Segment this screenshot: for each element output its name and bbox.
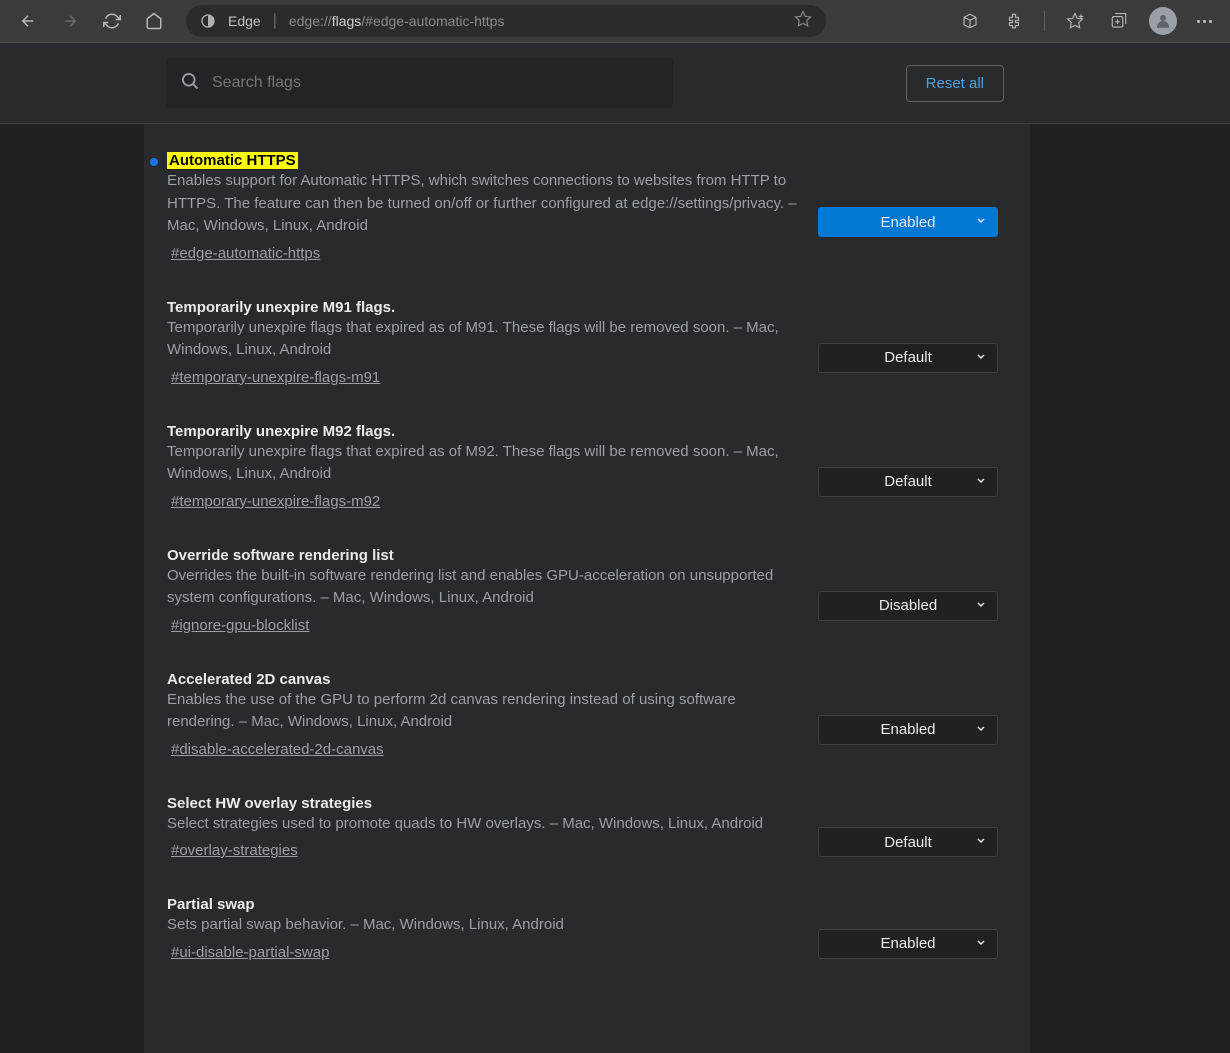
flag-state-select[interactable]: Enabled xyxy=(818,715,998,745)
chevron-down-icon xyxy=(975,597,987,614)
flag-item: Automatic HTTPSEnables support for Autom… xyxy=(144,152,1030,299)
flag-title: Temporarily unexpire M91 flags. xyxy=(167,299,395,316)
flag-description: Overrides the built-in software renderin… xyxy=(167,565,802,610)
modified-indicator xyxy=(150,158,158,166)
flag-title: Accelerated 2D canvas xyxy=(167,671,330,688)
flag-hash-link[interactable]: #temporary-unexpire-flags-m91 xyxy=(171,369,380,386)
flag-hash-link[interactable]: #ui-disable-partial-swap xyxy=(171,944,329,961)
reset-all-button[interactable]: Reset all xyxy=(906,65,1004,102)
flag-hash-link[interactable]: #ignore-gpu-blocklist xyxy=(171,617,309,634)
flag-state-select[interactable]: Disabled xyxy=(818,591,998,621)
back-button[interactable] xyxy=(8,5,48,37)
collections-icon[interactable] xyxy=(1099,5,1139,37)
flag-description: Temporarily unexpire flags that expired … xyxy=(167,317,802,362)
flag-description: Enables the use of the GPU to perform 2d… xyxy=(167,689,802,734)
chevron-down-icon xyxy=(975,935,987,952)
flag-item: Partial swapSets partial swap behavior. … xyxy=(144,896,1030,998)
flag-hash-link[interactable]: #overlay-strategies xyxy=(171,842,298,859)
flag-hash-link[interactable]: #disable-accelerated-2d-canvas xyxy=(171,741,384,758)
flag-state-select[interactable]: Default xyxy=(818,343,998,373)
flag-description: Temporarily unexpire flags that expired … xyxy=(167,441,802,486)
search-icon xyxy=(180,71,200,96)
flag-title: Partial swap xyxy=(167,896,255,913)
shopping-icon[interactable] xyxy=(950,5,990,37)
content-area: Automatic HTTPSEnables support for Autom… xyxy=(0,124,1230,1053)
flag-description: Enables support for Automatic HTTPS, whi… xyxy=(167,170,802,238)
chevron-down-icon xyxy=(975,721,987,738)
chevron-down-icon xyxy=(975,473,987,490)
flag-state-select[interactable]: Default xyxy=(818,827,998,857)
flag-item: Temporarily unexpire M92 flags.Temporari… xyxy=(144,423,1030,547)
search-section: Reset all xyxy=(0,43,1230,124)
flag-title: Override software rendering list xyxy=(167,547,394,564)
search-wrapper xyxy=(166,58,673,108)
edge-icon xyxy=(200,13,216,29)
chevron-down-icon xyxy=(975,214,987,231)
flag-state-select[interactable]: Default xyxy=(818,467,998,497)
flag-title: Automatic HTTPS xyxy=(167,152,298,169)
flag-description: Sets partial swap behavior. – Mac, Windo… xyxy=(167,914,802,937)
chevron-down-icon xyxy=(975,834,987,851)
flag-hash-link[interactable]: #edge-automatic-https xyxy=(171,245,320,262)
favorite-icon[interactable] xyxy=(794,10,812,33)
toolbar-separator xyxy=(1044,11,1045,31)
browser-name: Edge xyxy=(228,13,261,29)
more-menu-button[interactable] xyxy=(1187,20,1222,23)
browser-toolbar: Edge | edge://flags/#edge-automatic-http… xyxy=(0,0,1230,43)
flag-state-select[interactable]: Enabled xyxy=(818,929,998,959)
favorites-icon[interactable] xyxy=(1055,5,1095,37)
flag-item: Temporarily unexpire M91 flags.Temporari… xyxy=(144,299,1030,423)
forward-button[interactable] xyxy=(50,5,90,37)
home-button[interactable] xyxy=(134,5,174,37)
flag-item: Override software rendering listOverride… xyxy=(144,547,1030,671)
extensions-icon[interactable] xyxy=(994,5,1034,37)
flags-list: Automatic HTTPSEnables support for Autom… xyxy=(144,124,1030,1053)
flag-title: Select HW overlay strategies xyxy=(167,795,372,812)
flag-item: Select HW overlay strategiesSelect strat… xyxy=(144,795,1030,897)
flag-title: Temporarily unexpire M92 flags. xyxy=(167,423,395,440)
url-display: edge://flags/#edge-automatic-https xyxy=(289,13,505,29)
search-input[interactable] xyxy=(212,74,659,92)
flag-state-select[interactable]: Enabled xyxy=(818,207,998,237)
address-separator: | xyxy=(273,12,277,30)
flag-hash-link[interactable]: #temporary-unexpire-flags-m92 xyxy=(171,493,380,510)
refresh-button[interactable] xyxy=(92,5,132,37)
address-bar[interactable]: Edge | edge://flags/#edge-automatic-http… xyxy=(186,5,826,37)
chevron-down-icon xyxy=(975,349,987,366)
profile-avatar[interactable] xyxy=(1143,5,1183,37)
flag-description: Select strategies used to promote quads … xyxy=(167,813,802,836)
flag-item: Accelerated 2D canvasEnables the use of … xyxy=(144,671,1030,795)
